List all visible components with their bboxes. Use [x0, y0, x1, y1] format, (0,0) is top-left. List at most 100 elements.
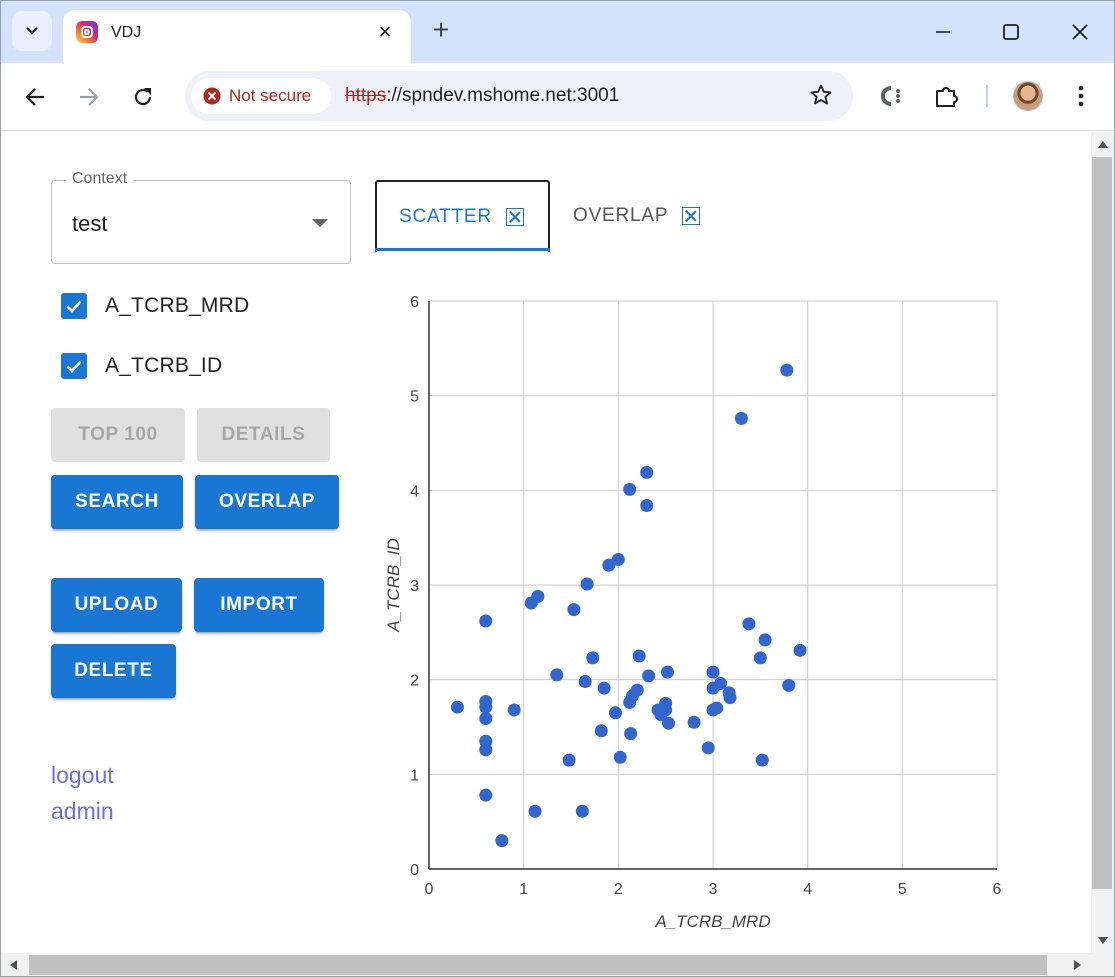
y-tick-label: 2	[410, 673, 419, 690]
browser-tab[interactable]: VDJ ×	[63, 10, 411, 63]
scatter-point	[642, 669, 656, 683]
page-content: Context test A_TCRB_MRD A_TCRB_ID TOP 10…	[3, 132, 1091, 953]
scatter-point	[623, 482, 637, 496]
browser-toolbar: Not secure https://spndev.mshome.net:300…	[1, 63, 1114, 131]
horizontal-scroll-thumb[interactable]	[29, 955, 1047, 975]
scatter-point	[701, 741, 715, 755]
plus-icon[interactable]: +	[427, 14, 455, 45]
checkbox-id[interactable]	[61, 353, 87, 379]
check-icon	[66, 360, 82, 373]
scatter-point	[723, 691, 737, 705]
url-text[interactable]: https://spndev.mshome.net:3001	[345, 85, 619, 107]
scatter-point	[755, 753, 769, 767]
tab-scatter[interactable]: SCATTER	[375, 180, 550, 252]
scatter-point	[782, 678, 796, 692]
x-tick-label: 6	[993, 881, 1002, 898]
puzzle-icon[interactable]	[931, 80, 963, 112]
y-tick-label: 3	[410, 578, 419, 595]
toolbar-divider	[986, 85, 988, 107]
delete-button[interactable]: DELETE	[51, 644, 176, 698]
scatter-point	[623, 695, 637, 709]
scatter-point	[753, 651, 767, 665]
scatter-point	[602, 558, 616, 572]
overlap-button[interactable]: OVERLAP	[195, 475, 339, 529]
address-bar[interactable]: Not secure https://spndev.mshome.net:300…	[185, 71, 853, 121]
scatter-point	[524, 596, 538, 610]
tab-overlap[interactable]: OVERLAP	[573, 180, 701, 252]
upload-button[interactable]: UPLOAD	[51, 578, 182, 632]
url-host: ://spndev.mshome.net:3001	[386, 85, 620, 106]
star-icon[interactable]	[809, 83, 833, 112]
search-button[interactable]: SEARCH	[51, 475, 183, 529]
tab-title: VDJ	[111, 24, 142, 41]
scatter-point	[706, 681, 720, 695]
scatter-point	[528, 804, 542, 818]
scatter-point	[479, 788, 493, 802]
x-axis-label: A_TCRB_MRD	[654, 912, 770, 931]
tab-list-button[interactable]	[12, 11, 52, 51]
scroll-left-icon[interactable]	[10, 960, 17, 970]
close-tab-icon[interactable]	[682, 207, 701, 225]
scatter-point	[608, 706, 622, 720]
tab-list-icon	[26, 27, 38, 35]
back-icon[interactable]	[17, 79, 53, 115]
scatter-point	[624, 727, 638, 741]
context-select[interactable]: Context test	[51, 170, 351, 264]
y-tick-label: 6	[410, 294, 419, 311]
profile-avatar[interactable]	[1013, 81, 1043, 111]
checkbox-row-id[interactable]: A_TCRB_ID	[61, 352, 222, 380]
scroll-right-icon[interactable]	[1074, 960, 1081, 970]
x-tick-label: 5	[898, 881, 907, 898]
scatter-point	[575, 804, 589, 818]
scatter-point	[479, 711, 493, 725]
scatter-point	[793, 643, 807, 657]
maximize-icon[interactable]	[993, 15, 1029, 49]
x-tick-label: 4	[803, 881, 812, 898]
logout-link[interactable]: logout	[51, 762, 114, 789]
security-label: Not secure	[229, 86, 312, 105]
admin-link[interactable]: admin	[51, 798, 114, 825]
x-tick-label: 1	[519, 881, 528, 898]
scatter-point	[632, 649, 646, 663]
scatter-point	[479, 614, 493, 628]
x-tick-label: 2	[614, 881, 623, 898]
scatter-point	[613, 750, 627, 764]
close-icon[interactable]: ×	[373, 19, 397, 44]
scatter-point	[550, 668, 564, 682]
scatter-point	[578, 675, 592, 689]
window-close-icon[interactable]	[1062, 15, 1098, 49]
reload-icon[interactable]	[125, 79, 161, 115]
scatter-point	[495, 834, 509, 848]
top100-button[interactable]: TOP 100	[51, 408, 185, 462]
context-value: test	[72, 211, 108, 236]
checkbox-mrd[interactable]	[61, 293, 87, 319]
extension-c-icon[interactable]	[875, 80, 907, 112]
url-scheme: https	[345, 85, 387, 106]
check-icon	[66, 300, 82, 313]
y-tick-label: 4	[410, 483, 419, 500]
vertical-scroll-thumb[interactable]	[1092, 157, 1112, 889]
checkbox-label-id: A_TCRB_ID	[105, 354, 223, 377]
security-chip[interactable]: Not secure	[191, 78, 331, 114]
y-tick-label: 1	[410, 767, 419, 784]
chevron-down-icon	[312, 219, 328, 227]
details-button[interactable]: DETAILS	[197, 408, 330, 462]
scatter-point	[706, 665, 720, 679]
scatter-point	[594, 724, 608, 738]
context-label: Context	[66, 170, 134, 188]
close-tab-icon[interactable]	[505, 208, 524, 226]
scatter-point	[640, 498, 654, 512]
scroll-up-icon[interactable]	[1098, 141, 1108, 148]
scatter-point	[580, 577, 594, 591]
y-tick-label: 0	[410, 862, 419, 879]
forward-icon[interactable]	[71, 79, 107, 115]
scatter-point	[567, 603, 581, 617]
scatter-point	[640, 465, 654, 479]
more-vert-icon[interactable]	[1065, 80, 1097, 112]
checkbox-row-mrd[interactable]: A_TCRB_MRD	[61, 292, 249, 320]
minimize-icon[interactable]	[925, 15, 961, 49]
instagram-favicon-icon	[76, 21, 98, 43]
import-button[interactable]: IMPORT	[194, 578, 324, 632]
scroll-down-icon[interactable]	[1098, 937, 1108, 944]
scatter-point	[586, 651, 600, 665]
